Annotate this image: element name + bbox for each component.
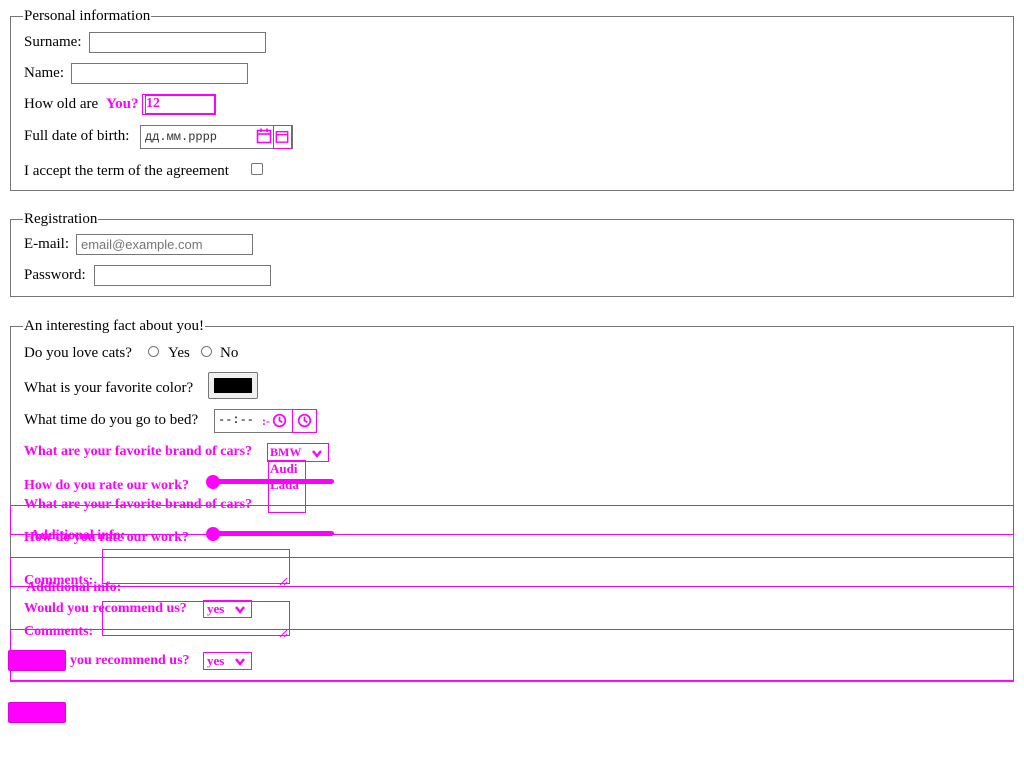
age-label-overlay: You?	[106, 96, 139, 112]
recommend-label-duplicate: you recommend us?	[70, 653, 190, 668]
rate-slider-thumb[interactable]	[206, 475, 220, 489]
name-input[interactable]	[71, 63, 248, 84]
email-label: E-mail:	[24, 236, 69, 252]
color-picker[interactable]	[208, 372, 258, 399]
registration-legend: Registration	[24, 211, 98, 227]
password-input[interactable]	[94, 265, 271, 286]
surname-label: Surname:	[24, 34, 82, 50]
clock-icon[interactable]	[272, 413, 287, 433]
color-label: What is your favorite color?	[24, 380, 194, 396]
agreement-checkbox[interactable]	[251, 163, 263, 175]
interesting-fact-legend: An interesting fact about you!	[24, 318, 204, 334]
cats-yes-radio[interactable]	[148, 346, 159, 357]
dob-label: Full date of birth:	[24, 128, 130, 144]
email-input[interactable]	[76, 234, 253, 255]
rate-label: How do you rate our work?	[24, 478, 190, 493]
calendar-icon[interactable]	[256, 128, 272, 149]
overlay-frame-2	[10, 557, 1014, 587]
dob-placeholder: дд.мм.рррр	[145, 130, 218, 144]
age-value: 12	[146, 96, 160, 111]
calendar-icon-overlay	[275, 129, 289, 149]
recommend-value-duplicate: yes	[207, 653, 225, 668]
additional-label-overlay: Additional info:	[30, 528, 126, 543]
cats-no-radio[interactable]	[201, 346, 212, 357]
bedtime-value-overlay: :-	[262, 414, 270, 428]
cats-yes-label: Yes	[168, 345, 190, 361]
color-swatch	[214, 378, 252, 393]
rate-slider-thumb-duplicate[interactable]	[206, 527, 220, 541]
clock-icon-overlay	[297, 413, 312, 433]
name-label: Name:	[24, 65, 64, 81]
rate-slider-track[interactable]	[208, 479, 334, 484]
submit-button[interactable]	[8, 702, 66, 723]
agreement-label: I accept the term of the agreement	[24, 163, 229, 179]
password-label: Password:	[24, 267, 86, 283]
cars-label: What are your favorite brand of cars?	[24, 444, 253, 459]
bedtime-value: --:--	[218, 413, 255, 427]
cats-label: Do you love cats?	[24, 345, 132, 361]
chevron-down-icon	[234, 655, 246, 672]
personal-info-legend: Personal information	[24, 8, 151, 24]
cars-selected: BMW	[270, 445, 302, 459]
cats-no-label: No	[220, 345, 239, 361]
bedtime-label: What time do you go to bed?	[24, 412, 199, 428]
age-label: How old are	[24, 96, 99, 112]
rate-slider-track-duplicate[interactable]	[208, 531, 334, 536]
chevron-down-icon	[311, 447, 323, 464]
additional-label: Additional info:	[26, 580, 122, 595]
surname-input[interactable]	[89, 32, 266, 53]
submit-button-overlay[interactable]	[8, 650, 66, 671]
